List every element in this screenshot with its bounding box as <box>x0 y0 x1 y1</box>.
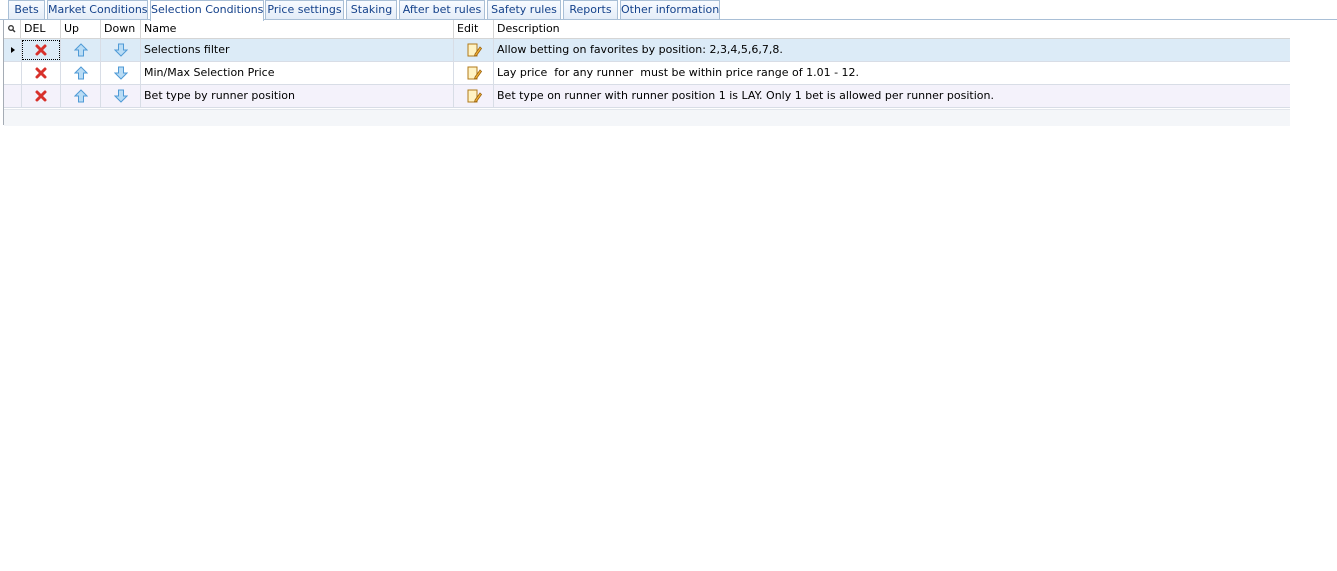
column-header-edit[interactable]: Edit <box>454 20 494 38</box>
move-up-button[interactable] <box>61 85 101 107</box>
column-header-up[interactable]: Up <box>61 20 101 38</box>
edit-button[interactable] <box>454 85 494 107</box>
delete-x-icon <box>35 67 46 79</box>
row-description: Lay price for any runner must be within … <box>497 66 860 79</box>
move-up-button[interactable] <box>61 62 101 84</box>
tab-bets[interactable]: Bets <box>8 0 45 19</box>
row-name: Min/Max Selection Price <box>141 62 454 84</box>
move-up-button[interactable] <box>61 39 101 61</box>
tab-selection-conditions[interactable]: Selection Conditions <box>150 0 264 21</box>
table-row[interactable]: Bet type by runner position Bet type on … <box>4 85 1290 108</box>
tab-market-conditions[interactable]: Market Conditions <box>47 0 148 19</box>
search-icon <box>8 25 16 33</box>
tab-bar: Bets Market Conditions Selection Conditi… <box>0 0 1337 21</box>
tab-safety-rules[interactable]: Safety rules <box>487 0 561 19</box>
delete-button[interactable] <box>21 62 61 84</box>
arrow-up-icon <box>73 89 88 103</box>
edit-button[interactable] <box>454 39 494 61</box>
arrow-up-icon <box>73 43 88 57</box>
row-name: Bet type by runner position <box>141 85 454 107</box>
grid-footer <box>4 109 1290 126</box>
row-indicator <box>4 62 22 84</box>
edit-icon <box>467 89 482 103</box>
column-header-name[interactable]: Name <box>141 20 454 38</box>
move-down-button[interactable] <box>101 85 141 107</box>
arrow-down-icon <box>113 66 128 80</box>
arrow-down-icon <box>113 43 128 57</box>
delete-button[interactable] <box>21 85 61 107</box>
row-indicator <box>4 39 22 61</box>
tab-other-information[interactable]: Other information <box>620 0 720 19</box>
arrow-up-icon <box>73 66 88 80</box>
arrow-down-icon <box>113 89 128 103</box>
move-down-button[interactable] <box>101 62 141 84</box>
tab-staking[interactable]: Staking <box>346 0 397 19</box>
conditions-grid: DEL Up Down Name Edit Description Select… <box>3 20 1290 126</box>
tab-after-bet-rules[interactable]: After bet rules <box>399 0 485 19</box>
grid-header: DEL Up Down Name Edit Description <box>4 20 1290 39</box>
edit-icon <box>467 66 482 80</box>
delete-x-icon <box>35 90 46 102</box>
column-header-description[interactable]: Description <box>494 20 1290 38</box>
table-row[interactable]: Min/Max Selection Price Lay price for an… <box>4 62 1290 85</box>
move-down-button[interactable] <box>101 39 141 61</box>
column-header-down[interactable]: Down <box>101 20 141 38</box>
tab-price-settings[interactable]: Price settings <box>265 0 344 19</box>
row-indicator <box>4 85 22 107</box>
edit-icon <box>467 43 482 57</box>
row-description: Allow betting on favorites by position: … <box>497 43 783 56</box>
current-row-triangle-icon <box>11 47 15 53</box>
row-name: Selections filter <box>141 39 454 61</box>
filter-button[interactable] <box>4 20 21 38</box>
tab-reports[interactable]: Reports <box>563 0 618 19</box>
row-description: Bet type on runner with runner position … <box>497 89 994 102</box>
edit-button[interactable] <box>454 62 494 84</box>
delete-x-icon <box>35 44 46 56</box>
column-header-del[interactable]: DEL <box>21 20 61 38</box>
table-row[interactable]: Selections filter Allow betting on favor… <box>4 39 1290 62</box>
delete-button[interactable] <box>21 39 61 61</box>
